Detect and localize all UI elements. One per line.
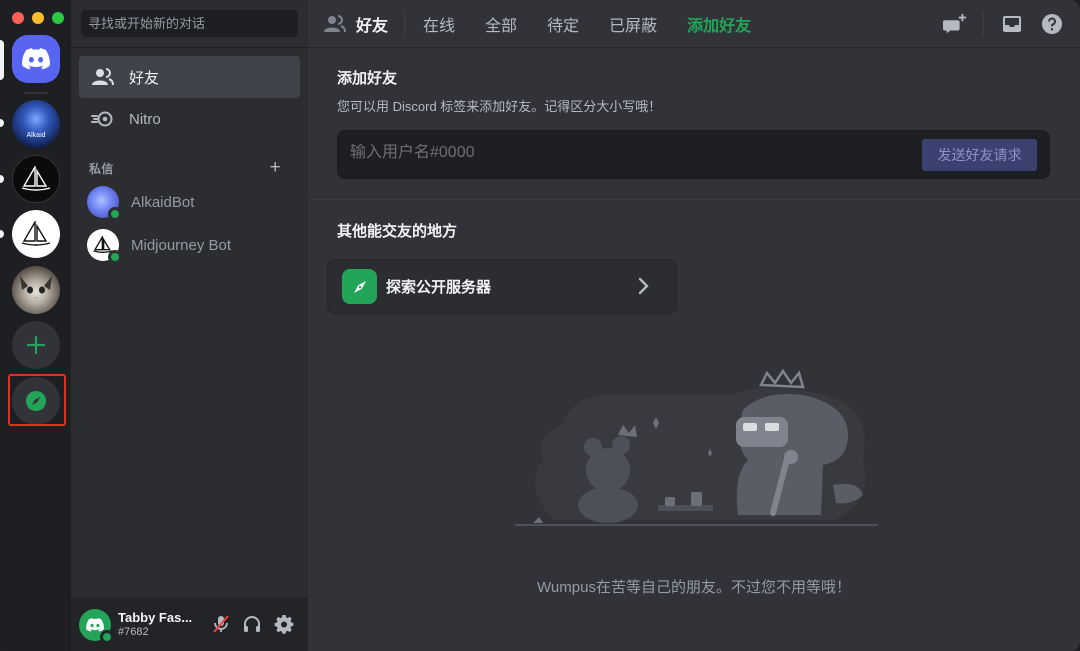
new-group-dm-button[interactable] [943, 12, 967, 36]
dm-header: 私信 + [89, 157, 289, 179]
friends-icon [91, 65, 115, 89]
topbar-divider [983, 12, 984, 36]
user-avatar[interactable] [79, 608, 114, 644]
plus-icon [26, 335, 46, 355]
selected-indicator [0, 40, 4, 80]
mic-muted-icon [213, 615, 229, 633]
chevron-right-icon [638, 277, 650, 300]
help-icon [1042, 14, 1062, 34]
sailboat-icon [21, 221, 51, 246]
add-friend-title: 添加好友 [337, 70, 398, 87]
other-places-title: 其他能交友的地方 [337, 223, 458, 240]
rail-divider [24, 92, 48, 94]
topbar-divider [404, 11, 406, 36]
avatar [87, 229, 122, 264]
inbox-icon [1003, 16, 1021, 32]
sailboat-icon [21, 166, 51, 191]
unread-indicator [0, 119, 4, 127]
dm-header-label: 私信 [89, 162, 114, 176]
discord-logo-icon [86, 617, 104, 632]
server-midjourney-dark[interactable] [12, 155, 60, 203]
discord-logo-icon [22, 48, 50, 70]
tab-add-friend[interactable]: 添加好友 [679, 10, 759, 38]
dm-name: Midjourney Bot [131, 236, 232, 254]
explore-servers-card[interactable]: 探索公开服务器 [327, 259, 677, 314]
topbar-actions [943, 12, 1080, 36]
search-input[interactable]: 寻找或开始新的对话 [81, 10, 298, 37]
sidebar-divider [71, 47, 308, 48]
username-input[interactable] [350, 144, 910, 162]
close-window-button[interactable] [12, 12, 24, 24]
tab-blocked[interactable]: 已屏蔽 [601, 10, 665, 38]
user-info[interactable]: Tabby Fas... #7682 [118, 609, 193, 639]
send-friend-request-button[interactable]: 发送好友请求 [922, 139, 1037, 171]
create-dm-button[interactable]: + [270, 157, 281, 179]
sidebar-item-nitro[interactable]: Nitro [79, 98, 300, 140]
window-controls [12, 12, 64, 24]
deafen-button[interactable] [240, 612, 264, 636]
user-panel: Tabby Fas... #7682 [71, 598, 308, 651]
cat-photo-icon [20, 276, 52, 299]
avatar [87, 186, 122, 221]
home-button[interactable] [12, 35, 60, 83]
tab-pending[interactable]: 待定 [539, 10, 587, 38]
channel-sidebar: 寻找或开始新的对话 好友 Nitro 私信 + AlkaidBot Midjou… [71, 0, 308, 651]
online-status-icon [100, 629, 114, 644]
mute-button[interactable] [209, 612, 233, 636]
minimize-window-button[interactable] [32, 12, 44, 24]
friends-icon [324, 12, 348, 36]
add-friend-form: 发送好友请求 [337, 130, 1050, 179]
discord-window: Alkaid 寻找或开始新的对话 好友 Nitro 私信 + AlkaidBot… [0, 0, 1080, 651]
server-rail: Alkaid [0, 0, 71, 651]
gear-icon [274, 615, 294, 634]
page-title: 好友 [356, 17, 389, 35]
tab-online[interactable]: 在线 [415, 10, 463, 38]
help-button[interactable] [1040, 12, 1064, 36]
inbox-button[interactable] [1000, 12, 1024, 36]
add-friend-description: 您可以用 Discord 标签来添加好友。记得区分大小写哦！ [337, 99, 662, 114]
user-settings-button[interactable] [272, 612, 296, 636]
add-server-button[interactable] [12, 321, 60, 369]
unread-indicator [0, 230, 4, 238]
tab-all[interactable]: 全部 [477, 10, 525, 38]
dm-item-alkaidbot[interactable]: AlkaidBot [79, 181, 300, 223]
dm-name: AlkaidBot [131, 193, 195, 211]
server-midjourney-light[interactable] [12, 210, 60, 258]
user-tag: #7682 [118, 625, 149, 638]
headphones-icon [244, 616, 260, 632]
unread-indicator [0, 175, 4, 183]
zoom-window-button[interactable] [52, 12, 64, 24]
server-alkaid-label: Alkaid [26, 131, 46, 139]
new-group-dm-icon [943, 13, 967, 34]
sidebar-item-label: 好友 [129, 69, 160, 87]
online-status-icon [108, 250, 122, 264]
highlight-annotation [8, 374, 66, 426]
sidebar-item-label: Nitro [129, 110, 161, 128]
explore-label: 探索公开服务器 [386, 279, 492, 296]
username: Tabby Fas... [118, 609, 193, 625]
nitro-icon [91, 107, 115, 131]
top-bar: 好友 在线 全部 待定 已屏蔽 添加好友 [308, 0, 1080, 48]
wumpus-illustration-icon [515, 368, 878, 526]
server-cat[interactable] [12, 266, 60, 314]
empty-state-caption: Wumpus在苦等自己的朋友。不过您不用等哦！ [537, 579, 851, 596]
sidebar-item-friends[interactable]: 好友 [79, 56, 300, 98]
compass-icon [342, 269, 377, 304]
main-content: 好友 在线 全部 待定 已屏蔽 添加好友 添加好友 您可以用 Discord 标… [308, 0, 1080, 651]
server-alkaid[interactable]: Alkaid [12, 100, 60, 148]
dm-item-midjourney-bot[interactable]: Midjourney Bot [79, 224, 300, 266]
online-status-icon [108, 207, 122, 221]
section-divider [308, 199, 1080, 200]
